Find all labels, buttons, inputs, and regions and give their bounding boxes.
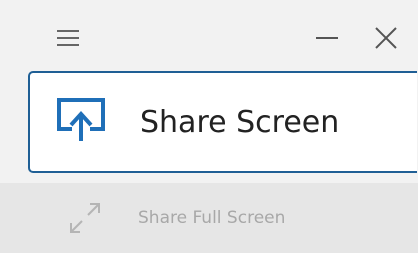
hamburger-menu-icon: [57, 30, 79, 46]
expand-arrows-icon: [70, 203, 100, 233]
share-window: Share Screen Share Full Screen: [0, 0, 418, 253]
share-screen-label: Share Screen: [140, 105, 340, 140]
menu-button[interactable]: [48, 18, 88, 58]
minimize-button[interactable]: [307, 18, 347, 58]
title-bar: [0, 0, 418, 72]
close-icon: [375, 27, 397, 49]
share-screen-button[interactable]: Share Screen: [28, 71, 417, 173]
share-screen-icon: [57, 98, 105, 141]
share-full-screen-button[interactable]: Share Full Screen: [0, 183, 418, 253]
share-full-screen-label: Share Full Screen: [138, 208, 286, 228]
minimize-icon: [316, 37, 338, 39]
close-button[interactable]: [366, 18, 406, 58]
